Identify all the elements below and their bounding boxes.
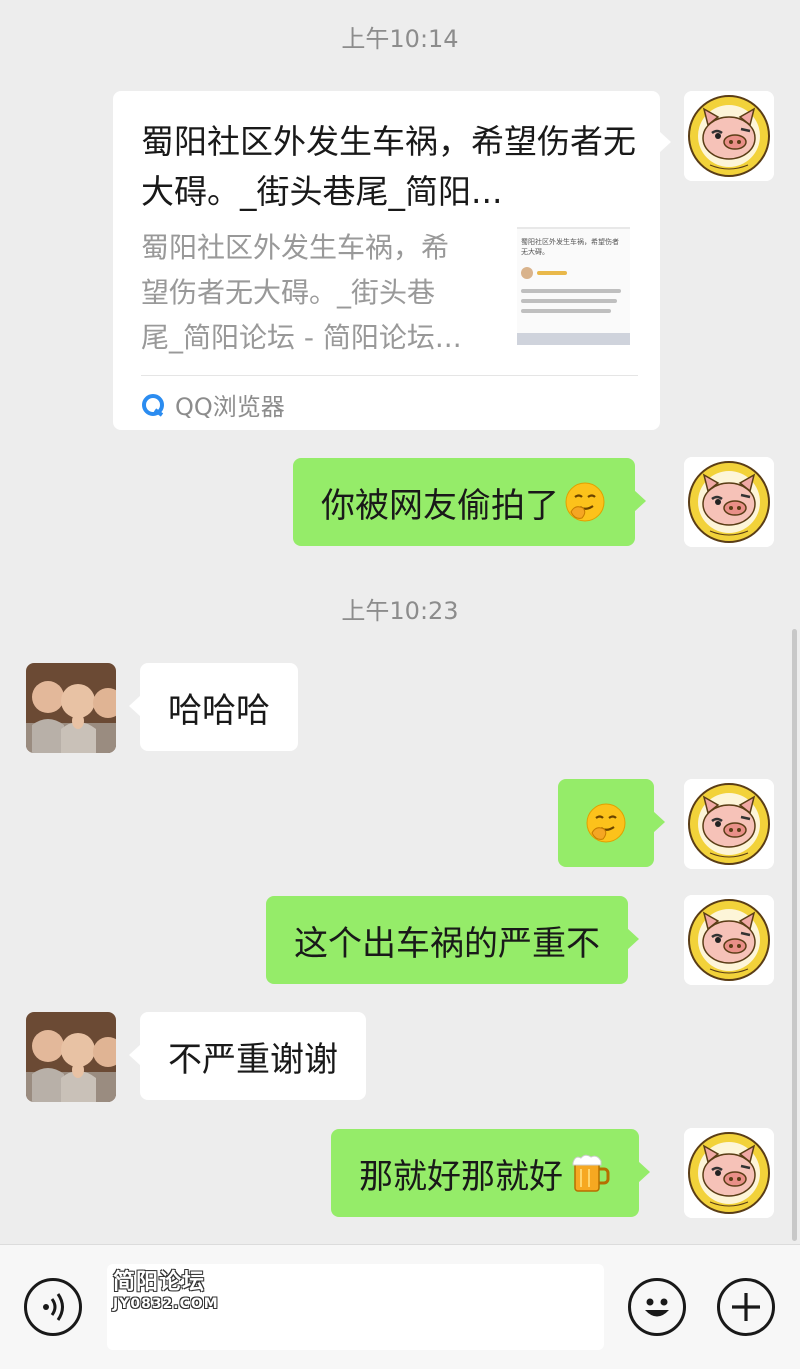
pig-logo — [684, 1128, 774, 1218]
my-message-bubble[interactable] — [558, 779, 665, 867]
beer-emoji — [567, 1151, 611, 1195]
emoji-button[interactable] — [628, 1278, 686, 1336]
their-message-bubble[interactable]: 不严重谢谢 — [129, 1012, 366, 1100]
input-bar: 简阳论坛 JY0832.COM — [0, 1244, 800, 1369]
link-card[interactable]: 蜀阳社区外发生车祸，希望伤者无大碍。_街头巷尾_简阳... 蜀阳社区外发生车祸，… — [113, 91, 671, 430]
card-desc-line: 望伤者无大碍。_街头巷 — [141, 276, 436, 309]
contact-avatar[interactable] — [26, 1012, 116, 1102]
my-avatar[interactable] — [684, 895, 774, 985]
my-message-bubble[interactable]: 这个出车祸的严重不 — [266, 896, 639, 984]
pig-logo — [684, 895, 774, 985]
message-text: 这个出车祸的严重不 — [294, 923, 600, 964]
my-avatar[interactable] — [684, 91, 774, 181]
my-avatar[interactable] — [684, 779, 774, 869]
card-thumbnail: 蜀阳社区外发生车祸，希望伤者无大碍。 — [517, 227, 630, 345]
card-desc-line: 蜀阳社区外发生车祸，希 — [141, 231, 450, 264]
thumbnail-title: 蜀阳社区外发生车祸，希望伤者无大碍。 — [521, 238, 619, 256]
watermark-line: 简阳论坛 — [113, 1270, 206, 1295]
smirk-face-emoji — [563, 480, 607, 524]
my-message-bubble[interactable]: 那就好那就好 — [331, 1129, 650, 1217]
pig-logo — [684, 91, 774, 181]
contact-avatar[interactable] — [26, 663, 116, 753]
smirk-face-emoji — [584, 801, 628, 845]
message-text: 不严重谢谢 — [168, 1039, 338, 1080]
voice-button[interactable] — [24, 1278, 82, 1336]
card-source-label: QQ浏览器 — [175, 393, 285, 421]
timestamp: 上午10:23 — [341, 597, 459, 625]
monks-photo — [26, 663, 116, 753]
their-message-bubble[interactable]: 哈哈哈 — [129, 663, 298, 751]
my-avatar[interactable] — [684, 457, 774, 547]
timestamp: 上午10:14 — [341, 25, 459, 53]
my-avatar[interactable] — [684, 1128, 774, 1218]
plus-icon — [732, 1293, 760, 1321]
message-text: 你被网友偷拍了 — [321, 485, 559, 526]
voice-icon — [43, 1293, 64, 1321]
message-text: 哈哈哈 — [168, 690, 270, 731]
thumbnail-avatar — [521, 267, 533, 279]
my-message-bubble[interactable]: 你被网友偷拍了 — [293, 458, 646, 546]
card-description: 蜀阳社区外发生车祸，希 望伤者无大碍。_街头巷 尾_简阳论坛 - 简阳论坛... — [141, 225, 486, 360]
qq-browser-icon — [141, 393, 165, 417]
more-button[interactable] — [717, 1278, 775, 1336]
monks-photo — [26, 1012, 116, 1102]
watermark: 简阳论坛 JY0832.COM — [113, 1270, 219, 1312]
message-text: 那就好那就好 — [359, 1156, 563, 1197]
smiley-icon — [645, 1298, 669, 1317]
card-title: 蜀阳社区外发生车祸，希望伤者无大碍。_街头巷尾_简阳... — [141, 122, 636, 211]
card-desc-line: 尾_简阳论坛 - 简阳论坛... — [141, 321, 462, 354]
pig-logo — [684, 457, 774, 547]
watermark-line: JY0832.COM — [113, 1296, 219, 1312]
card-source: QQ浏览器 — [141, 387, 285, 422]
pig-logo — [684, 779, 774, 869]
scrollbar[interactable] — [792, 629, 797, 1241]
